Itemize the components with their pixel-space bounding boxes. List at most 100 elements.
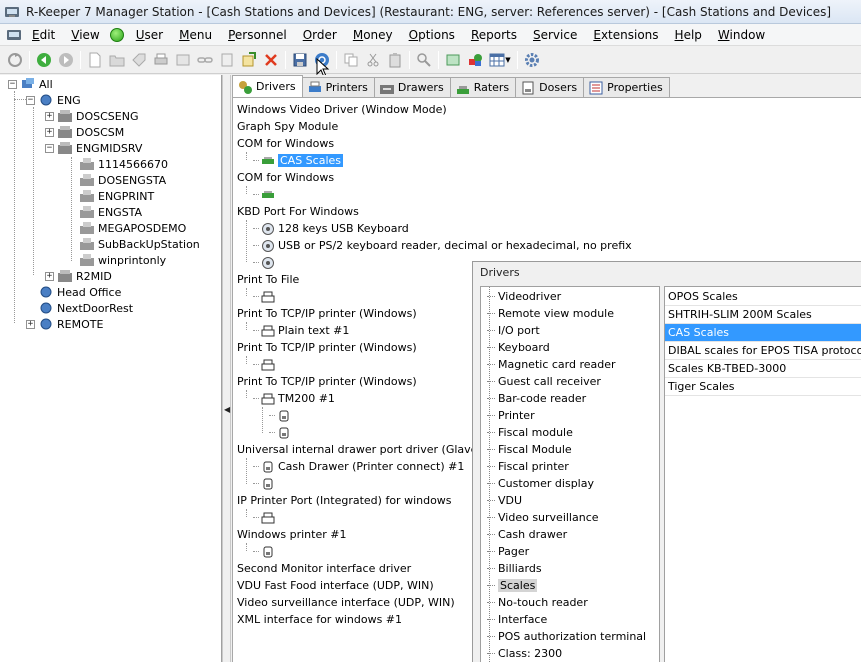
driver-category-item[interactable]: POS authorization terminal — [487, 628, 646, 645]
print-button[interactable] — [150, 49, 172, 71]
copy-button[interactable] — [340, 49, 362, 71]
tree-node-engmidsrv[interactable]: − ENGMIDSRV — [45, 140, 142, 156]
expand-icon[interactable]: + — [26, 319, 35, 329]
menu-money[interactable]: Money — [345, 28, 401, 42]
driver-category-item[interactable]: No-touch reader — [487, 594, 588, 611]
driver-row[interactable]: Print To TCP/IP printer (Windows) — [237, 373, 417, 390]
menu-options[interactable]: Options — [401, 28, 463, 42]
driver-row[interactable]: Second Monitor interface driver — [237, 560, 411, 577]
menu-help[interactable]: Help — [667, 28, 710, 42]
driver-item[interactable]: CAS Scales — [665, 324, 861, 342]
driver-device-row[interactable] — [253, 475, 278, 492]
driver-category-item[interactable]: Bar-code reader — [487, 390, 586, 407]
status-green-icon[interactable] — [109, 27, 124, 42]
driver-category-item[interactable]: Scales — [487, 577, 538, 594]
tab-drawers[interactable]: Drawers — [373, 77, 451, 97]
tree-node-station[interactable]: ENGPRINT — [79, 188, 154, 204]
driver-category-item[interactable]: Fiscal printer — [487, 458, 569, 475]
driver-device-row[interactable]: CAS Scales — [253, 152, 345, 169]
driver-row[interactable]: Video surveillance interface (UDP, WIN) — [237, 594, 455, 611]
driver-row[interactable]: XML interface for windows #1 — [237, 611, 402, 628]
menu-window[interactable]: Window — [710, 28, 773, 42]
driver-row[interactable]: Windows Video Driver (Window Mode) — [237, 101, 447, 118]
tree-node-all[interactable]: − All — [8, 76, 53, 92]
restaurant-tree[interactable]: − All − ENG + DOSCSENG + DOSCSM − ENGMID… — [0, 75, 222, 662]
driver-category-item[interactable]: Interface — [487, 611, 547, 628]
filter-button[interactable] — [442, 49, 464, 71]
driver-category-item[interactable]: Remote view module — [487, 305, 614, 322]
driver-device-row[interactable]: Plain text #1 — [253, 322, 349, 339]
collapse-arrow-icon[interactable]: ◀ — [224, 405, 230, 414]
tree-node-station[interactable]: 1114566670 — [79, 156, 168, 172]
driver-row[interactable]: VDU Fast Food interface (UDP, WIN) — [237, 577, 434, 594]
driver-category-item[interactable]: Video surveillance — [487, 509, 599, 526]
tab-drivers[interactable]: Drivers — [232, 75, 303, 97]
driver-device-row[interactable] — [253, 288, 278, 305]
driver-category-item[interactable]: Videodriver — [487, 288, 561, 305]
tree-node-eng[interactable]: − ENG — [26, 92, 81, 108]
driver-category-item[interactable]: Printer — [487, 407, 535, 424]
tab-dosers[interactable]: Dosers — [515, 77, 585, 97]
driver-category-item[interactable]: Keyboard — [487, 339, 550, 356]
find-button[interactable] — [413, 49, 435, 71]
driver-category-item[interactable]: I/O port — [487, 322, 540, 339]
driver-item[interactable]: DIBAL scales for EPOS TISA protocol — [665, 342, 861, 360]
driver-device-row[interactable]: TM200 #1 — [253, 390, 335, 407]
driver-category-item[interactable]: Pager — [487, 543, 529, 560]
save-button[interactable] — [289, 49, 311, 71]
menu-menu[interactable]: Menu — [171, 28, 220, 42]
collapse-icon[interactable]: − — [45, 143, 54, 153]
expand-icon[interactable]: + — [45, 127, 54, 137]
menu-view[interactable]: View — [63, 28, 107, 42]
app-menu-icon[interactable] — [6, 27, 22, 43]
tree-node-r2mid[interactable]: + R2MID — [45, 268, 112, 284]
refresh-button[interactable] — [4, 49, 26, 71]
driver-item[interactable]: SHTRIH-SLIM 200M Scales — [665, 306, 861, 324]
driver-row[interactable]: IP Printer Port (Integrated) for windows — [237, 492, 452, 509]
tree-node-remote[interactable]: + REMOTE — [26, 316, 103, 332]
driver-category-item[interactable]: Class: 2300 — [487, 645, 562, 662]
cut-button[interactable] — [362, 49, 384, 71]
expand-icon[interactable]: + — [45, 111, 54, 121]
menu-user[interactable]: User — [128, 28, 171, 42]
driver-item[interactable]: Scales KB-TBED-3000 — [665, 360, 861, 378]
driver-device-row[interactable] — [253, 509, 278, 526]
driver-category-item[interactable]: Guest call receiver — [487, 373, 601, 390]
tree-node-station[interactable]: ENGSTA — [79, 204, 142, 220]
driver-row[interactable]: COM for Windows — [237, 169, 334, 186]
tab-printers[interactable]: Printers — [301, 77, 375, 97]
driver-row[interactable]: Print To TCP/IP printer (Windows) — [237, 339, 417, 356]
driver-row[interactable]: COM for Windows — [237, 135, 334, 152]
open-button[interactable] — [106, 49, 128, 71]
preview-button[interactable] — [172, 49, 194, 71]
driver-item[interactable]: OPOS Scales — [665, 288, 861, 306]
driver-category-item[interactable]: VDU — [487, 492, 522, 509]
driver-category-item[interactable]: Fiscal module — [487, 424, 573, 441]
panel-splitter[interactable]: ◀ — [222, 75, 231, 662]
collapse-icon[interactable]: − — [8, 79, 17, 89]
menu-reports[interactable]: Reports — [463, 28, 525, 42]
paste-button[interactable] — [384, 49, 406, 71]
forward-button[interactable] — [55, 49, 77, 71]
driver-row[interactable]: KBD Port For Windows — [237, 203, 359, 220]
driver-device-row[interactable]: USB or PS/2 keyboard reader, decimal or … — [253, 237, 632, 254]
driver-device-row[interactable] — [269, 407, 294, 424]
driver-row[interactable]: Print To File — [237, 271, 299, 288]
menu-personnel[interactable]: Personnel — [220, 28, 295, 42]
driver-device-row[interactable] — [269, 424, 294, 441]
driver-item[interactable]: Tiger Scales — [665, 378, 861, 396]
tree-node-doscseng[interactable]: + DOSCSENG — [45, 108, 138, 124]
menu-order[interactable]: Order — [295, 28, 345, 42]
tree-node-station[interactable]: MEGAPOSDEMO — [79, 220, 186, 236]
driver-device-row[interactable] — [253, 356, 278, 373]
driver-row[interactable]: Print To TCP/IP printer (Windows) — [237, 305, 417, 322]
tree-node-doscsm[interactable]: + DOSCSM — [45, 124, 124, 140]
grid-view-button[interactable]: ▼ — [486, 49, 514, 71]
link-button[interactable] — [194, 49, 216, 71]
tree-node-station[interactable]: winprintonly — [79, 252, 166, 268]
back-button[interactable] — [33, 49, 55, 71]
driver-category-item[interactable]: Cash drawer — [487, 526, 567, 543]
driver-device-row[interactable] — [253, 543, 278, 560]
tab-properties[interactable]: Properties — [583, 77, 670, 97]
tree-node-head-office[interactable]: Head Office — [38, 284, 121, 300]
